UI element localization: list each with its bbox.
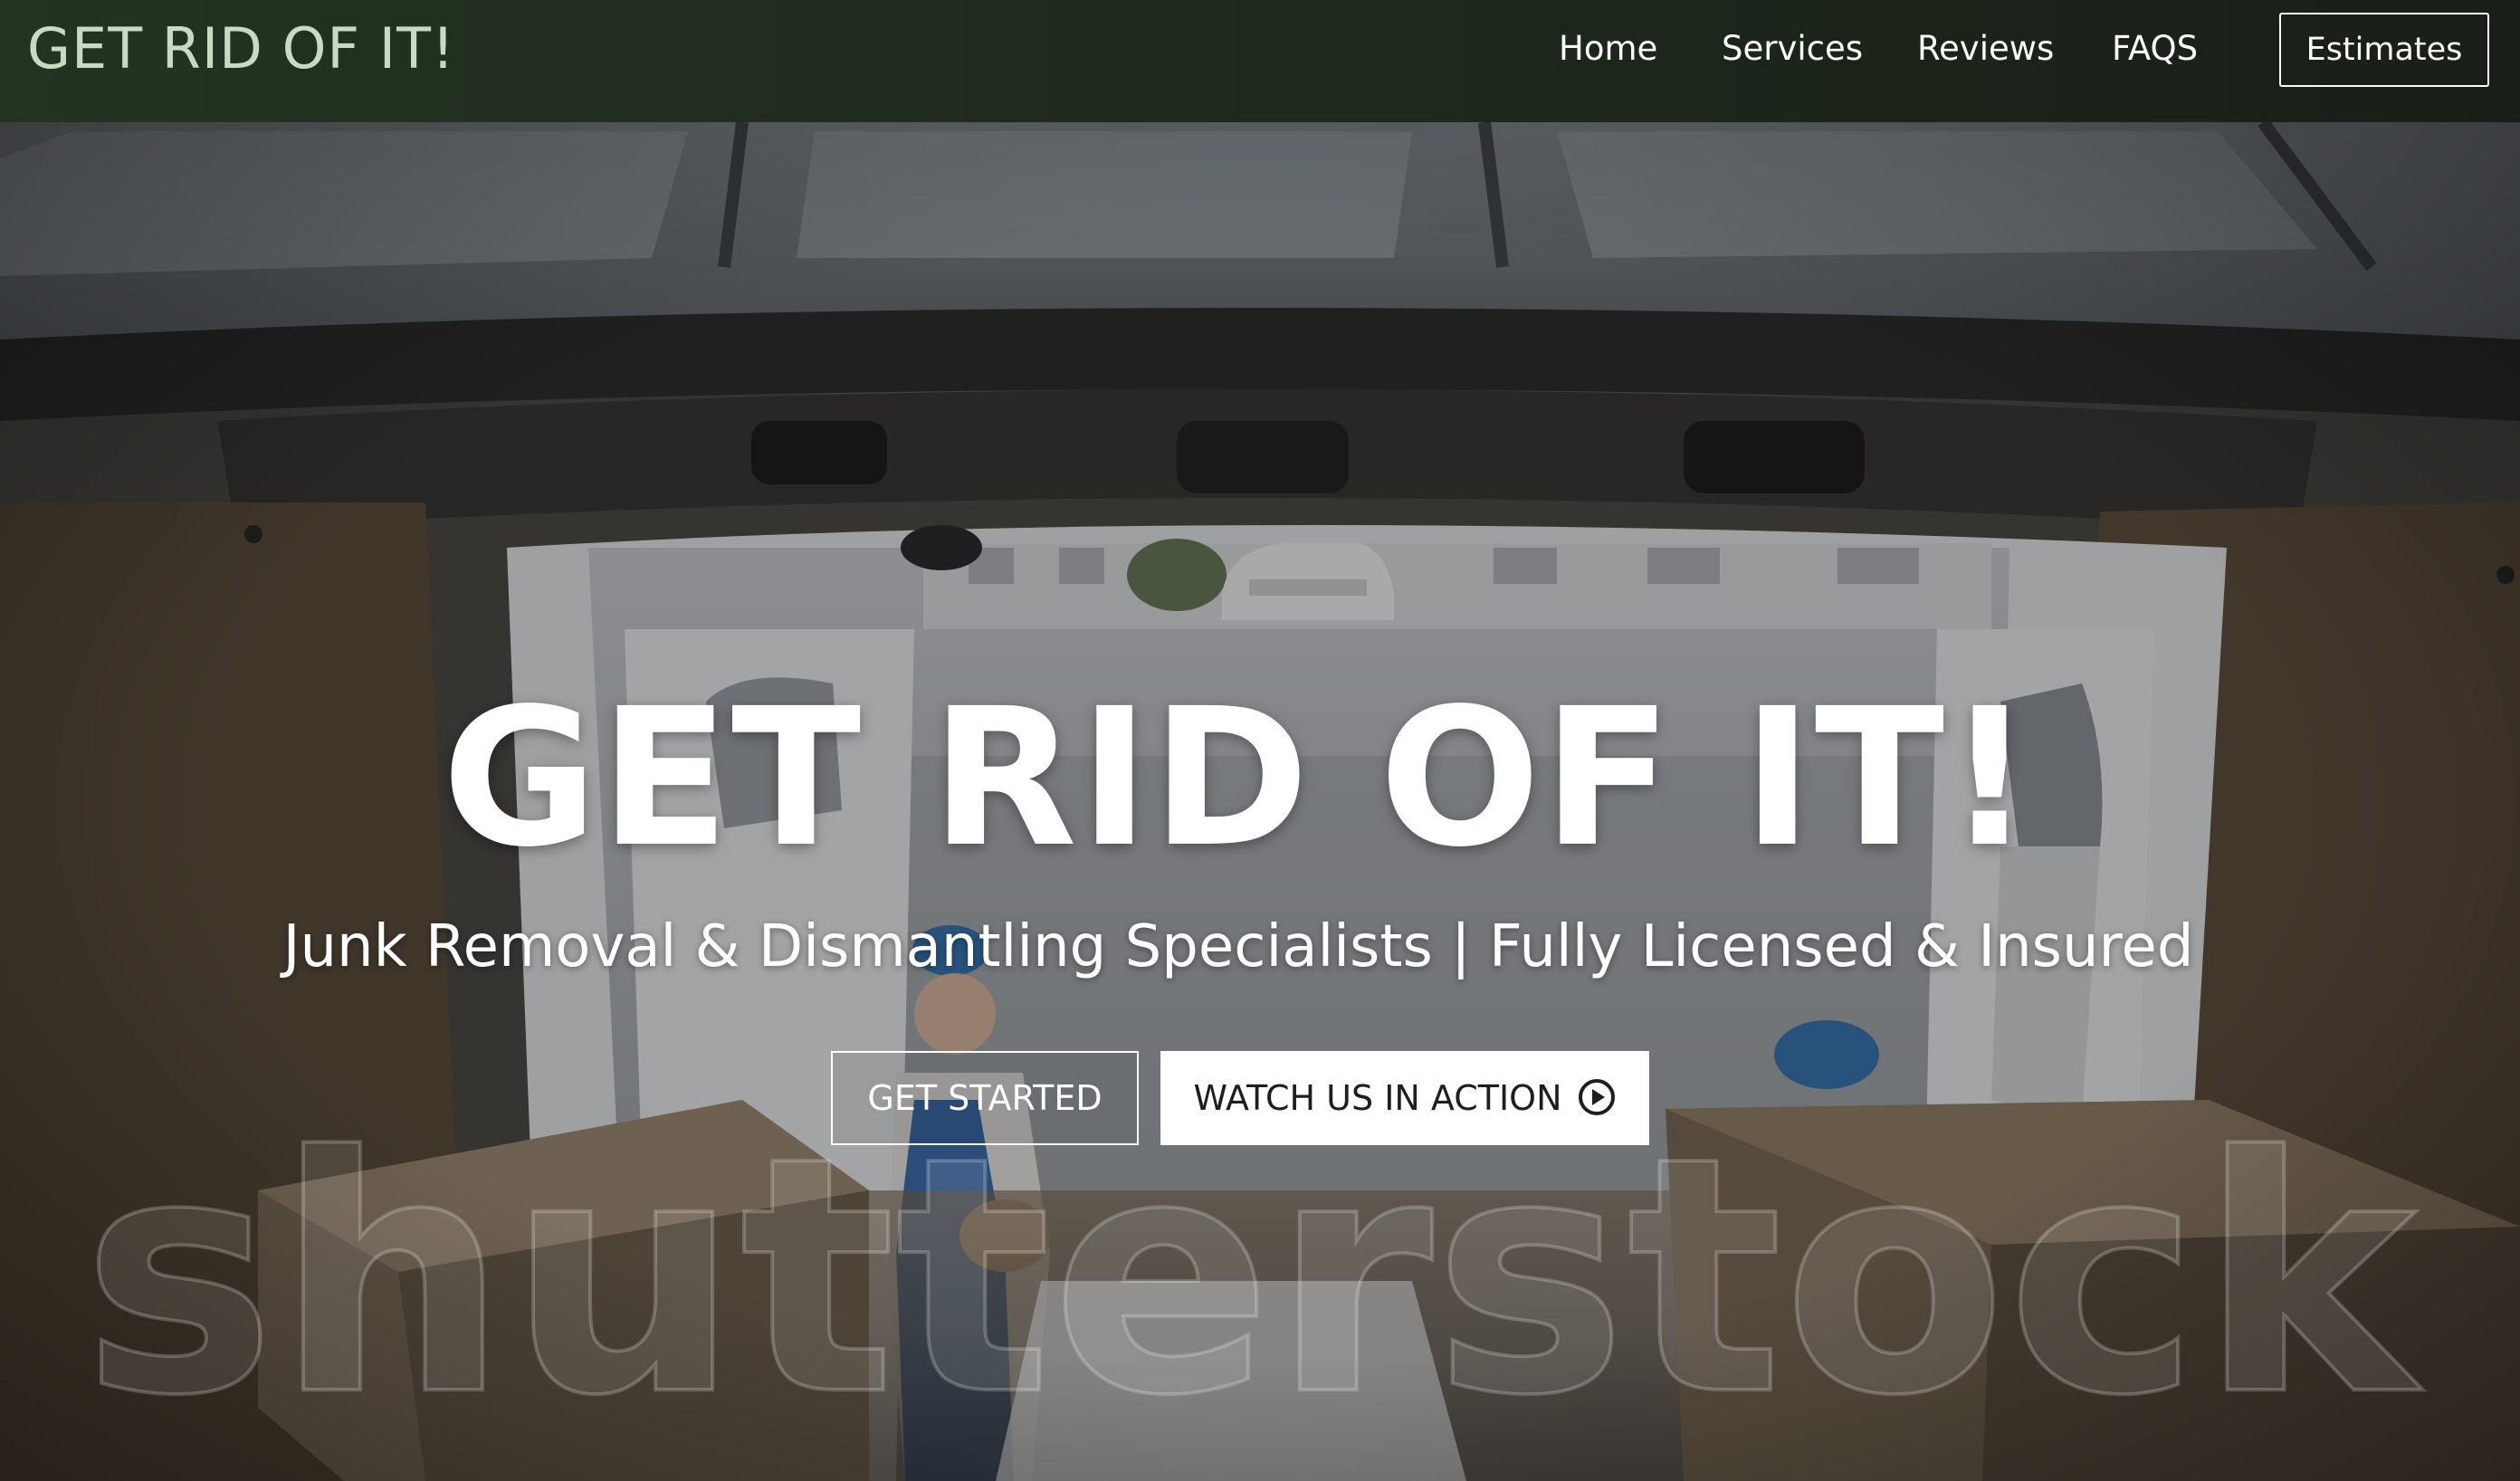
nav-link-home[interactable]: Home (1559, 20, 1657, 78)
play-circle-icon (1578, 1078, 1615, 1115)
top-navbar: GET RID OF IT! Home Services Reviews FAQ… (0, 0, 2520, 122)
hero-title: GET RID OF IT! (442, 667, 2035, 889)
hero-subtitle: Junk Removal & Dismantling Specialists |… (282, 913, 2194, 980)
brand-logo[interactable]: GET RID OF IT! (27, 13, 455, 85)
watch-us-in-action-button[interactable]: WATCH US IN ACTION (1160, 1051, 1649, 1145)
watch-button-label: WATCH US IN ACTION (1193, 1078, 1562, 1118)
nav-link-reviews[interactable]: Reviews (1917, 20, 2054, 78)
get-started-button[interactable]: GET STARTED (831, 1051, 1139, 1145)
nav-link-services[interactable]: Services (1722, 20, 1863, 78)
estimates-button[interactable]: Estimates (2279, 13, 2489, 87)
hero-section: shutterstock GET RID OF IT! Junk Removal… (0, 122, 2520, 1481)
nav-link-faqs[interactable]: FAQS (2112, 20, 2198, 78)
